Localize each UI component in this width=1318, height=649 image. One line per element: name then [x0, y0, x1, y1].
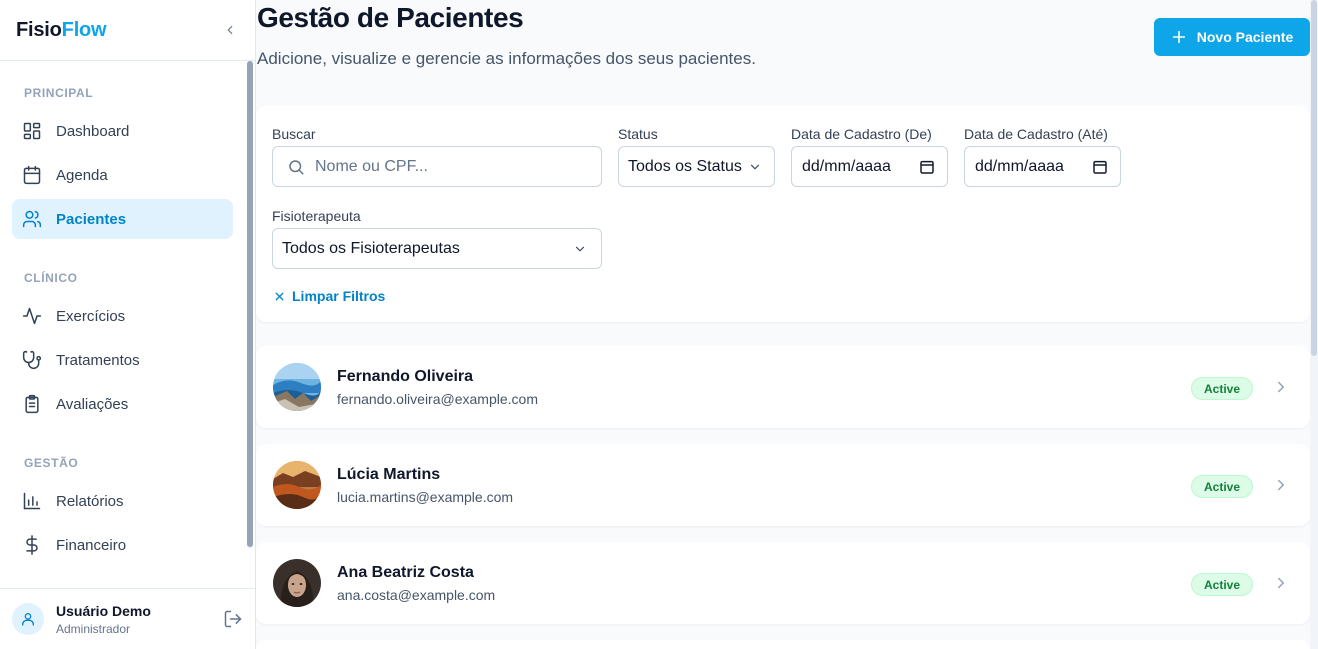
sidebar-item-label: Dashboard — [56, 122, 130, 140]
patient-card[interactable]: Ana Beatriz Costa ana.costa@example.com … — [256, 542, 1310, 624]
sidebar: FisioFlow PRINCIPAL Dashboard Agenda Pac… — [0, 0, 256, 649]
sidebar-item-tratamentos[interactable]: Tratamentos — [12, 340, 233, 380]
scrollbar-thumb[interactable] — [247, 61, 253, 547]
user-icon — [22, 613, 34, 626]
sidebar-scrollbar[interactable] — [247, 61, 253, 549]
user-panel: Usuário Demo Administrador — [0, 588, 255, 649]
section-title-clinico: CLÍNICO — [24, 271, 78, 285]
patient-photo — [273, 559, 321, 607]
sidebar-item-label: Agenda — [56, 166, 108, 184]
patient-card[interactable] — [256, 640, 1310, 649]
date-to-label: Data de Cadastro (Até) — [964, 126, 1108, 142]
chevron-down-icon — [575, 246, 585, 251]
calendar-icon — [23, 165, 41, 185]
sidebar-item-avaliacoes[interactable]: Avaliações — [12, 384, 233, 424]
chevron-right-icon[interactable] — [1272, 476, 1290, 494]
calendar-icon[interactable] — [1092, 159, 1108, 175]
search-icon — [289, 159, 304, 174]
sidebar-item-agenda[interactable]: Agenda — [12, 155, 233, 195]
sidebar-item-label: Exercícios — [56, 307, 126, 325]
close-icon — [275, 292, 284, 300]
stethoscope-icon — [22, 350, 42, 370]
status-select-value: Todos os Status — [628, 157, 742, 175]
search-placeholder: Nome ou CPF... — [315, 157, 428, 175]
patient-name: Lúcia Martins — [337, 466, 441, 483]
section-title-principal: PRINCIPAL — [24, 86, 94, 100]
chevron-left-icon[interactable] — [221, 21, 239, 39]
sidebar-nav: PRINCIPAL Dashboard Agenda Pacientes CLÍ… — [0, 61, 245, 588]
avatar[interactable] — [12, 603, 44, 635]
user-info: Usuário Demo Administrador — [56, 603, 223, 636]
search-label: Buscar — [272, 126, 316, 142]
patient-name: Ana Beatriz Costa — [337, 564, 474, 581]
user-name: Usuário Demo — [56, 602, 151, 619]
main-content: Gestão de Pacientes Adicione, visualize … — [256, 0, 1318, 649]
page-subtitle: Adicione, visualize e gerencie as inform… — [257, 49, 756, 68]
page-title: Gestão de Pacientes — [257, 2, 524, 33]
filters-panel: Buscar Nome ou CPF... Status Todos os St… — [256, 106, 1310, 322]
main-scrollbar[interactable] — [1310, 0, 1318, 649]
patient-name: Fernando Oliveira — [337, 368, 474, 385]
therapist-select-value: Todos os Fisioterapeutas — [282, 239, 460, 257]
activity-icon — [22, 307, 42, 325]
sidebar-item-dashboard[interactable]: Dashboard — [12, 111, 233, 151]
therapist-label: Fisioterapeuta — [272, 208, 361, 224]
sidebar-item-pacientes[interactable]: Pacientes — [12, 199, 233, 239]
patient-photo — [273, 461, 321, 509]
sidebar-item-label: Relatórios — [56, 492, 124, 510]
clear-filters-label: Limpar Filtros — [292, 288, 386, 304]
therapist-select[interactable]: Todos os Fisioterapeutas — [272, 228, 602, 269]
new-patient-label: Novo Paciente — [1196, 29, 1294, 45]
clear-filters-button[interactable]: Limpar Filtros — [273, 288, 385, 304]
sidebar-item-label: Tratamentos — [56, 351, 140, 369]
layout-grid-icon — [23, 122, 41, 140]
logout-icon[interactable] — [223, 609, 243, 629]
sidebar-item-financeiro[interactable]: Financeiro — [12, 525, 233, 565]
status-badge: Active — [1191, 573, 1253, 596]
dollar-sign-icon — [26, 535, 38, 555]
date-from-value: dd/mm/aaaa — [802, 157, 891, 175]
sidebar-item-label: Pacientes — [56, 210, 127, 228]
search-input[interactable]: Nome ou CPF... — [272, 146, 602, 187]
patient-card[interactable]: Fernando Oliveira fernando.oliveira@exam… — [256, 346, 1310, 428]
sidebar-item-label: Financeiro — [56, 536, 127, 554]
patient-email: lucia.martins@example.com — [337, 489, 514, 505]
sidebar-item-relatorios[interactable]: Relatórios — [12, 481, 233, 521]
status-select[interactable]: Todos os Status — [618, 146, 775, 187]
chevron-down-icon — [750, 164, 760, 169]
date-to-input[interactable]: dd/mm/aaaa — [964, 146, 1121, 187]
section-title-gestao: GESTÃO — [24, 456, 79, 470]
plus-icon — [1172, 30, 1185, 44]
clipboard-list-icon — [25, 394, 39, 414]
patient-photo — [273, 363, 321, 411]
status-label: Status — [618, 126, 658, 142]
user-role: Administrador — [56, 621, 131, 636]
status-badge: Active — [1191, 377, 1253, 400]
patient-email: ana.costa@example.com — [337, 587, 496, 603]
new-patient-button[interactable]: Novo Paciente — [1154, 18, 1310, 56]
date-from-input[interactable]: dd/mm/aaaa — [791, 146, 948, 187]
chevron-right-icon[interactable] — [1272, 574, 1290, 592]
sidebar-item-exercicios[interactable]: Exercícios — [12, 296, 233, 336]
chevron-right-icon[interactable] — [1272, 378, 1290, 396]
brand-header: FisioFlow — [0, 0, 255, 61]
status-badge: Active — [1191, 475, 1253, 498]
date-from-label: Data de Cadastro (De) — [791, 126, 932, 142]
sidebar-item-label: Avaliações — [56, 395, 129, 413]
bar-chart-icon — [23, 492, 41, 510]
date-to-value: dd/mm/aaaa — [975, 157, 1064, 175]
calendar-icon[interactable] — [919, 159, 935, 175]
app-logo[interactable]: FisioFlow — [16, 19, 107, 42]
patient-card[interactable]: Lúcia Martins lucia.martins@example.com … — [256, 444, 1310, 526]
scrollbar-thumb[interactable] — [1311, 0, 1317, 356]
patient-email: fernando.oliveira@example.com — [337, 391, 538, 407]
users-icon — [22, 210, 42, 228]
